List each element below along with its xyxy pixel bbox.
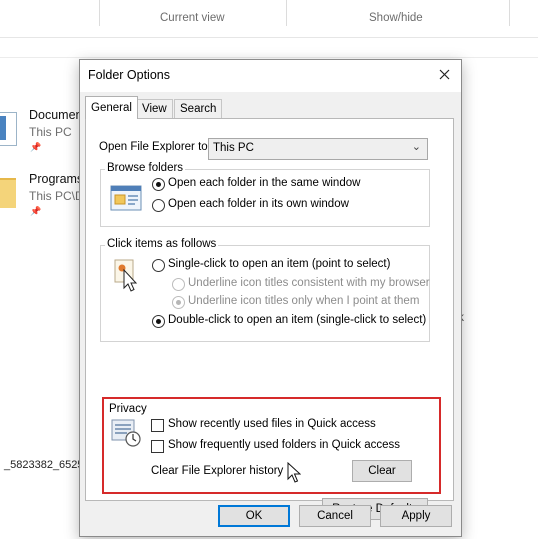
tab-search[interactable]: Search: [174, 99, 223, 119]
open-explorer-dropdown[interactable]: This PC ⌄: [208, 138, 428, 160]
explorer-divider: [0, 37, 538, 38]
tab-general[interactable]: General: [85, 96, 138, 119]
same-window-radio[interactable]: [152, 178, 165, 191]
underline-browser-label: Underline icon titles consistent with my…: [188, 277, 430, 289]
file-name-partial[interactable]: _5823382_6525: [4, 459, 84, 471]
show-hide-label[interactable]: Show/hide: [369, 12, 423, 24]
pin-icon: 📌: [30, 206, 42, 216]
underline-point-label: Underline icon titles only when I point …: [188, 295, 420, 307]
underline-point-radio[interactable]: [172, 296, 185, 309]
dialog-client: General View Search Open File Explorer t…: [80, 92, 461, 536]
mouse-cursor-icon: [287, 462, 301, 483]
underline-browser-radio[interactable]: [172, 278, 185, 291]
privacy-highlight: [102, 397, 441, 494]
same-window-label[interactable]: Open each folder in the same window: [168, 177, 360, 189]
apply-button[interactable]: Apply: [380, 505, 452, 527]
ok-button[interactable]: OK: [218, 505, 290, 527]
click-cursor-icon: [114, 259, 138, 292]
chevron-down-icon: ⌄: [411, 141, 421, 153]
current-view-label[interactable]: Current view: [160, 12, 225, 24]
single-click-radio[interactable]: [152, 259, 165, 272]
double-click-label[interactable]: Double-click to open an item (single-cli…: [168, 314, 426, 326]
tab-view[interactable]: View: [136, 99, 173, 119]
general-tab-panel: Open File Explorer to: This PC ⌄ Browse …: [85, 118, 454, 520]
item-name: Programs: [29, 172, 84, 186]
ribbon-separator: [509, 0, 510, 26]
own-window-label[interactable]: Open each folder in its own window: [168, 198, 349, 210]
double-click-radio[interactable]: [152, 315, 165, 328]
open-explorer-label: Open File Explorer to:: [99, 141, 211, 153]
click-items-title: Click items as follows: [105, 238, 219, 250]
own-window-radio[interactable]: [152, 199, 165, 212]
documents-folder-icon: [0, 112, 17, 146]
dialog-title: Folder Options: [88, 68, 170, 82]
folder-icon: [0, 178, 16, 208]
explorer-divider: [0, 57, 538, 58]
item-location: This PC\D: [29, 189, 84, 203]
pin-icon: 📌: [30, 142, 42, 152]
open-explorer-value: This PC: [213, 142, 254, 154]
explorer-ribbon: Current view Show/hide: [0, 0, 538, 30]
single-click-label[interactable]: Single-click to open an item (point to s…: [168, 258, 390, 270]
browse-folders-title: Browse folders: [105, 162, 186, 174]
browse-folders-group: Browse folders Open each folder in the s…: [100, 162, 430, 227]
cancel-button[interactable]: Cancel: [299, 505, 371, 527]
ribbon-separator: [99, 0, 100, 26]
folder-options-dialog: Folder Options General View Search Open …: [79, 59, 462, 537]
click-items-group: Click items as follows Single-click to o…: [100, 238, 430, 342]
close-button[interactable]: [430, 64, 458, 88]
item-location: This PC: [29, 125, 72, 139]
browse-folders-icon: [110, 185, 142, 211]
ribbon-separator: [286, 0, 287, 26]
close-icon: [439, 69, 449, 80]
